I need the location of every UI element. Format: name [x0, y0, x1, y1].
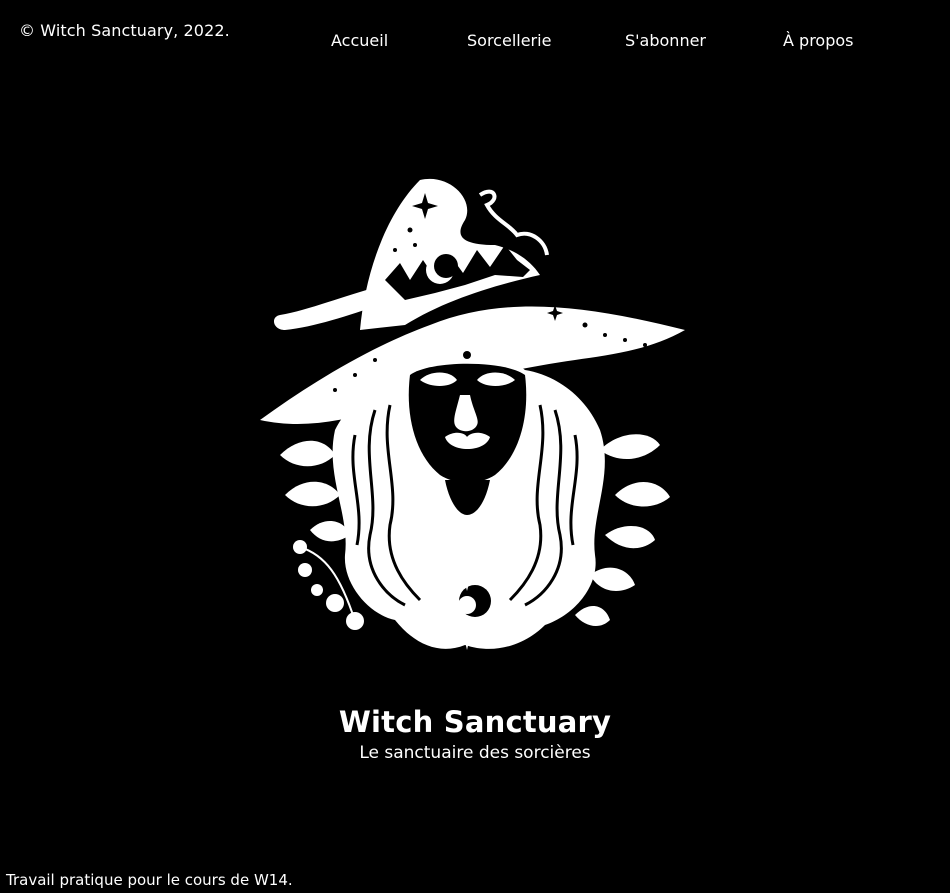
nav-item-sorcellerie[interactable]: Sorcellerie [467, 31, 551, 50]
witch-illustration-icon [260, 178, 685, 650]
nav-item-sabonner[interactable]: S'abonner [625, 31, 706, 50]
nav-item-a-propos[interactable]: À propos [783, 31, 853, 50]
page: © Witch Sanctuary, 2022. Accueil Sorcell… [0, 0, 950, 893]
nav-item-accueil[interactable]: Accueil [331, 31, 388, 50]
site-subtitle: Le sanctuaire des sorcières [359, 743, 591, 763]
main-nav: Accueil Sorcellerie S'abonner À propos [0, 31, 950, 55]
site-title: Witch Sanctuary [338, 705, 612, 739]
footer-note: Travail pratique pour le cours de W14. [6, 871, 293, 889]
